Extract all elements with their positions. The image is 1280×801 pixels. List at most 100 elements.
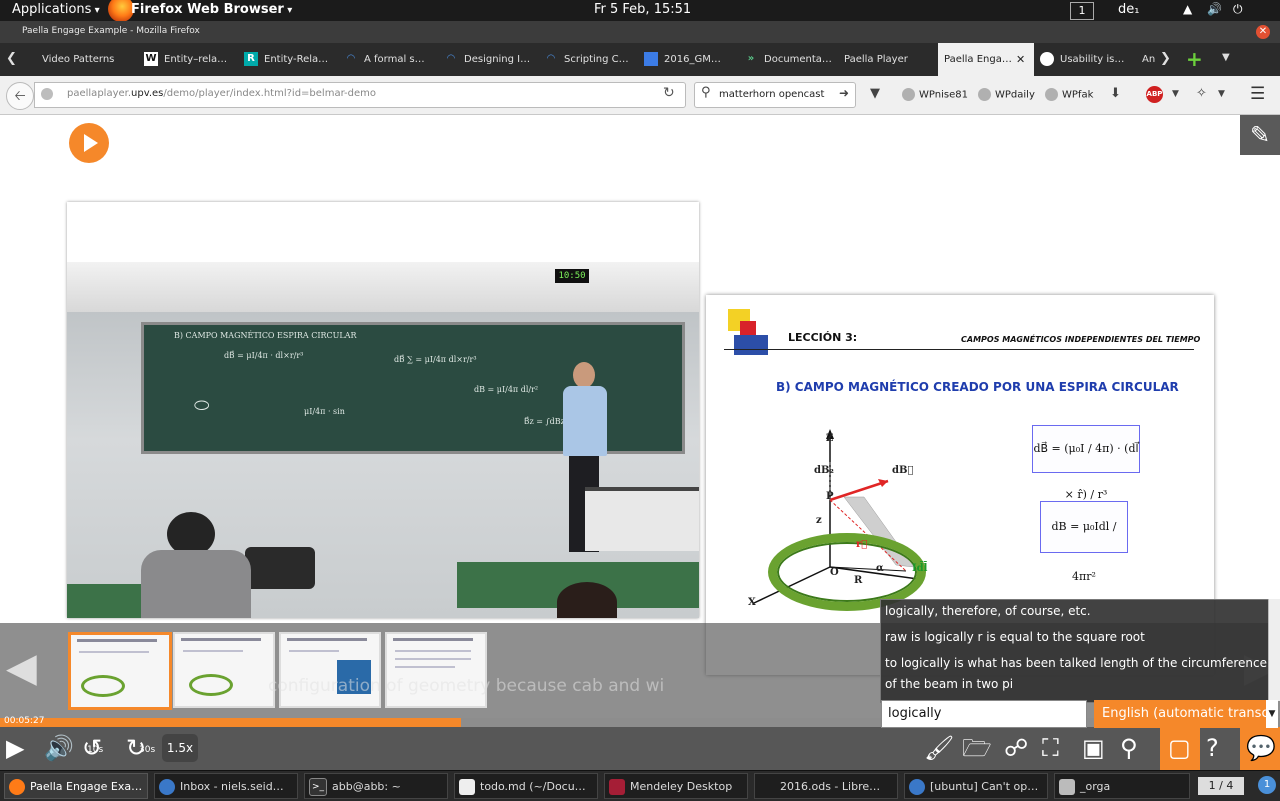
tab-scroll-right-icon[interactable]: ❯ <box>1160 51 1171 66</box>
bookmark-wpdaily[interactable]: WPdaily <box>978 88 1035 101</box>
player-controls: ▶ 🔊 ↺ 10s ↻ 30s 1.5x 🖌 🗁 ☍ ⛶ ▣ ⚲ ▢ ? 💬 <box>0 727 1280 770</box>
firefox-app-menu[interactable]: Firefox Web Browser <box>131 2 292 17</box>
tab-label: Designing I… <box>464 54 531 65</box>
caption-results-scrollbar[interactable] <box>1268 599 1280 701</box>
url-text[interactable]: paellaplayer.upv.es/demo/player/index.ht… <box>67 88 376 99</box>
tab-label: A formal s… <box>364 54 425 65</box>
volume-icon[interactable]: 🔊 <box>1207 2 1222 16</box>
captions-button[interactable]: 💬 <box>1240 727 1280 770</box>
slide-thumbnail[interactable] <box>68 632 172 710</box>
notification-badge[interactable]: 1 <box>1258 776 1276 794</box>
slide-thumbnail[interactable] <box>279 632 381 708</box>
tab-label: Video Patterns <box>42 54 115 65</box>
panel-clock[interactable]: Fr 5 Feb, 15:51 <box>594 2 691 17</box>
firefox-icon <box>9 779 25 795</box>
subtitle-text: configuration of geometry because cab an… <box>268 676 665 696</box>
axis-x-label: X <box>748 597 756 608</box>
paintbrush-icon[interactable]: 🖌 <box>924 733 954 763</box>
tab-documentation[interactable]: » Documenta… <box>744 43 842 76</box>
search-icon[interactable]: ⚲ <box>1120 733 1138 763</box>
caption-result[interactable]: raw is logically r is equal to the squar… <box>885 628 1145 646</box>
tab-entity-relationship-wiki[interactable]: W Entity–rela… <box>144 43 242 76</box>
bookmark-label: WPnise81 <box>919 89 968 101</box>
bookmark-wpfak[interactable]: WPfak <box>1045 88 1093 101</box>
chevron-down-icon[interactable]: ▼ <box>1266 700 1278 728</box>
tab-video-patterns[interactable]: Video Patterns <box>42 43 140 76</box>
tab-paella-player[interactable]: Paella Player <box>844 43 936 76</box>
taskbar-item-thunderbird[interactable]: Inbox - niels.seid… <box>154 773 298 799</box>
back-button[interactable]: 🡠 <box>6 82 34 110</box>
workspace-pager[interactable]: 1 / 4 <box>1198 777 1244 795</box>
taskbar-item-terminal[interactable]: >_ abb@abb: ~ <box>304 773 448 799</box>
wifi-icon[interactable]: ▲ <box>1183 2 1192 16</box>
tab-scripting[interactable]: ◠ Scripting C… <box>544 43 642 76</box>
adblock-dropdown-icon[interactable]: ▼ <box>1172 89 1179 99</box>
taskbar-label: 2016.ods - Libre… <box>780 780 881 793</box>
taskbar-item-files[interactable]: _orga <box>1054 773 1190 799</box>
window-titlebar[interactable]: Paella Engage Example - Mozilla Firefox … <box>0 21 1280 43</box>
caption-search-input[interactable]: logically <box>881 700 1087 728</box>
keyboard-layout[interactable]: de₁ <box>1118 2 1139 17</box>
taskbar-label: _orga <box>1080 780 1111 793</box>
url-bar[interactable]: paellaplayer.upv.es/demo/player/index.ht… <box>34 82 686 108</box>
search-input[interactable]: matterhorn opencast <box>719 89 824 100</box>
window-close-button[interactable]: ✕ <box>1256 25 1270 39</box>
caption-result[interactable]: to logically is what has been talked len… <box>885 654 1267 672</box>
power-icon[interactable]: ⏻ <box>1233 2 1243 17</box>
taskbar-item-editor[interactable]: todo.md (~/Docu… <box>454 773 598 799</box>
tab-scroll-left-icon[interactable]: ❮ <box>6 51 17 66</box>
search-go-arrow-icon[interactable]: ➜ <box>839 86 849 100</box>
taskbar-label: Paella Engage Exa… <box>30 780 143 793</box>
fullscreen-icon[interactable]: ⛶ <box>1042 733 1059 763</box>
tab-a-formal[interactable]: ◠ A formal s… <box>344 43 442 76</box>
big-play-button[interactable] <box>69 123 109 163</box>
extension-dropdown-icon[interactable]: ▼ <box>1218 89 1225 99</box>
caption-result[interactable]: of the beam in two pi <box>885 675 1013 693</box>
taskbar-item-chrome[interactable]: [ubuntu] Can't op… <box>904 773 1048 799</box>
new-tab-icon[interactable]: + <box>1186 47 1203 71</box>
extension-icon[interactable]: ✧ <box>1196 86 1207 101</box>
search-box[interactable]: ⚲ matterhorn opencast ➜ <box>694 82 856 108</box>
tab-entity-relationship-rg[interactable]: R Entity-Rela… <box>244 43 342 76</box>
help-icon[interactable]: ? <box>1206 733 1219 763</box>
download-icon[interactable]: ⬇ <box>1110 86 1121 101</box>
navigation-toolbar: 🡠 paellaplayer.upv.es/demo/player/index.… <box>0 76 1280 115</box>
tab-label: An <box>1142 54 1156 65</box>
play-icon[interactable]: ▶ <box>6 733 24 763</box>
student-head-2 <box>557 582 617 618</box>
caption-result[interactable]: logically, therefore, of course, etc. <box>885 602 1091 620</box>
pocket-icon[interactable]: ▼ <box>870 86 880 101</box>
tab-designing[interactable]: ◠ Designing I… <box>444 43 542 76</box>
applications-menu[interactable]: Applications <box>12 2 100 17</box>
bookmark-wpnise81[interactable]: WPnise81 <box>902 88 968 101</box>
taskbar-item-mendeley[interactable]: Mendeley Desktop <box>604 773 748 799</box>
reload-icon[interactable]: ↻ <box>663 85 675 101</box>
taskbar-item-firefox[interactable]: Paella Engage Exa… <box>4 773 148 799</box>
playback-timeline[interactable]: 00:05:27 <box>0 716 1280 727</box>
edit-pencil-icon[interactable]: ✎ <box>1240 115 1280 155</box>
workspace-indicator[interactable]: 1 <box>1070 2 1094 20</box>
volume-icon[interactable]: 🔊 <box>44 733 74 763</box>
bookmark-label: WPdaily <box>995 89 1035 101</box>
playback-speed-button[interactable]: 1.5x <box>162 734 198 762</box>
slide-thumbnail[interactable] <box>173 632 275 708</box>
taskbar-item-libreoffice[interactable]: 2016.ods - Libre… <box>754 773 898 799</box>
thumbnail-prev-arrow-icon[interactable]: ◀ <box>6 645 37 691</box>
caption-language-select[interactable]: English (automatic transc <box>1094 700 1266 728</box>
tab-overflow[interactable]: An <box>1142 43 1158 76</box>
tab-usability[interactable]: Usability is… <box>1040 43 1138 76</box>
adblock-plus-icon[interactable]: ABP <box>1146 86 1163 103</box>
share-icon[interactable]: ☍ <box>1004 733 1028 763</box>
tab-2016-gm[interactable]: 2016_GM… <box>644 43 742 76</box>
point-p-label: P <box>826 491 834 502</box>
tab-paella-engage[interactable]: Paella Enga… ✕ <box>938 43 1034 76</box>
layout-switch-icon[interactable]: ▣ <box>1082 733 1105 763</box>
folder-icon[interactable]: 🗁 <box>962 733 992 763</box>
hamburger-menu-icon[interactable]: ☰ <box>1250 84 1265 104</box>
slide-thumbnail[interactable] <box>385 632 487 708</box>
thumbnail-header <box>181 638 261 641</box>
video-presenter[interactable]: 10:50 B) CAMPO MAGNÉTICO ESPIRA CIRCULAR… <box>67 202 699 618</box>
tab-list-chevron-down-icon[interactable]: ▼ <box>1222 52 1230 63</box>
slides-button[interactable]: ▢ <box>1160 727 1200 770</box>
tab-close-icon[interactable]: ✕ <box>1016 43 1025 76</box>
